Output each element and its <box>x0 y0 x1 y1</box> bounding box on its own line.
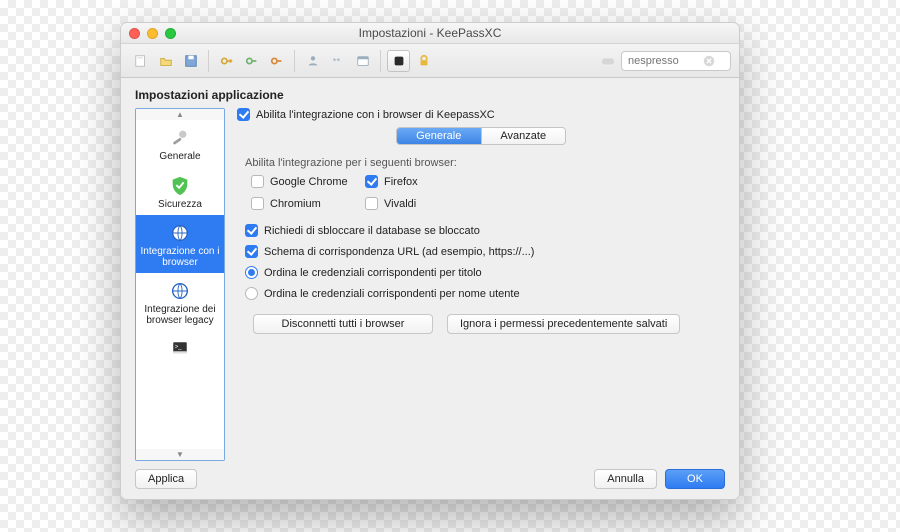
copy-url-icon[interactable] <box>351 50 374 72</box>
sidebar-item-browser-integration[interactable]: Integrazione con i browser <box>136 215 224 273</box>
body: Impostazioni applicazione ▲ Generale <box>121 78 739 499</box>
tab-segmented: Generale Avanzate <box>396 127 566 145</box>
gamepad-icon <box>596 50 619 72</box>
settings-sidebar: ▲ Generale Sicurezza <box>135 108 225 461</box>
opt-sort-title-label: Ordina le credenziali corrispondenti per… <box>264 267 482 279</box>
minimize-window-button[interactable] <box>147 28 158 39</box>
opt-scheme-label: Schema di corrispondenza URL (ad esempio… <box>264 246 534 258</box>
enable-browser-integration-checkbox[interactable] <box>237 108 250 121</box>
sidebar-item-legacy-browser[interactable]: Integrazione dei browser legacy <box>136 273 224 331</box>
copy-user-icon[interactable] <box>301 50 324 72</box>
save-database-icon[interactable] <box>179 50 202 72</box>
opt-sort-title-radio[interactable] <box>245 266 258 279</box>
toolbar: ** <box>121 44 739 78</box>
settings-window: Impostazioni - KeePassXC ** <box>120 22 740 500</box>
globe-legacy-icon <box>169 280 191 302</box>
disconnect-all-button[interactable]: Disconnetti tutti i browser <box>253 314 433 334</box>
key-edit-icon[interactable] <box>240 50 263 72</box>
svg-text:>_: >_ <box>175 344 183 350</box>
zoom-window-button[interactable] <box>165 28 176 39</box>
clear-search-icon[interactable] <box>702 54 716 68</box>
opt-sort-user-radio[interactable] <box>245 287 258 300</box>
enable-browser-integration-label: Abilita l'integrazione con i browser di … <box>256 109 495 121</box>
window-title: Impostazioni - KeePassXC <box>121 26 739 40</box>
toolbar-search[interactable] <box>621 51 731 71</box>
browsers-group-label: Abilita l'integrazione per i seguenti br… <box>245 157 719 169</box>
browser-chromium-checkbox[interactable] <box>251 197 264 210</box>
shield-icon <box>169 175 191 197</box>
browser-chrome-label: Google Chrome <box>270 176 348 188</box>
tab-generale[interactable]: Generale <box>397 128 481 144</box>
browser-vivaldi-checkbox[interactable] <box>365 197 378 210</box>
sidebar-item-terminal[interactable]: >_ <box>136 331 224 365</box>
opt-unlock-label: Richiedi di sbloccare il database se blo… <box>264 225 480 237</box>
apply-button[interactable]: Applica <box>135 469 197 489</box>
key-delete-icon[interactable] <box>265 50 288 72</box>
copy-password-icon[interactable]: ** <box>326 50 349 72</box>
terminal-icon: >_ <box>169 338 191 360</box>
globe-icon <box>169 222 191 244</box>
browser-firefox-label: Firefox <box>384 176 418 188</box>
search-input[interactable] <box>628 55 698 67</box>
browser-chrome-checkbox[interactable] <box>251 175 264 188</box>
sidebar-item-label: Integrazione dei browser legacy <box>138 305 222 326</box>
close-window-button[interactable] <box>129 28 140 39</box>
open-database-icon[interactable] <box>154 50 177 72</box>
browser-vivaldi-label: Vivaldi <box>384 198 416 210</box>
opt-sort-user-label: Ordina le credenziali corrispondenti per… <box>264 288 520 300</box>
opt-unlock-checkbox[interactable] <box>245 224 258 237</box>
sidebar-item-label: Integrazione con i browser <box>138 247 222 268</box>
wrench-gear-icon <box>169 127 191 149</box>
new-database-icon[interactable] <box>129 50 152 72</box>
forget-permissions-button[interactable]: Ignora i permessi precedentemente salvat… <box>447 314 680 334</box>
sidebar-scroll-down-icon[interactable]: ▼ <box>136 449 224 460</box>
key-add-icon[interactable] <box>215 50 238 72</box>
browser-chromium-label: Chromium <box>270 198 321 210</box>
sidebar-item-label: Sicurezza <box>158 200 202 211</box>
lock-icon[interactable] <box>412 50 435 72</box>
settings-panel: Abilita l'integrazione con i browser di … <box>237 108 725 461</box>
sidebar-item-sicurezza[interactable]: Sicurezza <box>136 168 224 216</box>
sidebar-item-generale[interactable]: Generale <box>136 120 224 168</box>
settings-icon[interactable] <box>387 50 410 72</box>
titlebar: Impostazioni - KeePassXC <box>121 23 739 44</box>
sidebar-scroll-up-icon[interactable]: ▲ <box>136 109 224 120</box>
cancel-button[interactable]: Annulla <box>594 469 657 489</box>
svg-text:**: ** <box>332 56 340 67</box>
opt-scheme-checkbox[interactable] <box>245 245 258 258</box>
tab-avanzate[interactable]: Avanzate <box>481 128 566 144</box>
dialog-footer: Applica Annulla OK <box>135 461 725 489</box>
section-title: Impostazioni applicazione <box>135 88 725 102</box>
browser-firefox-checkbox[interactable] <box>365 175 378 188</box>
ok-button[interactable]: OK <box>665 469 725 489</box>
sidebar-item-label: Generale <box>159 152 200 163</box>
